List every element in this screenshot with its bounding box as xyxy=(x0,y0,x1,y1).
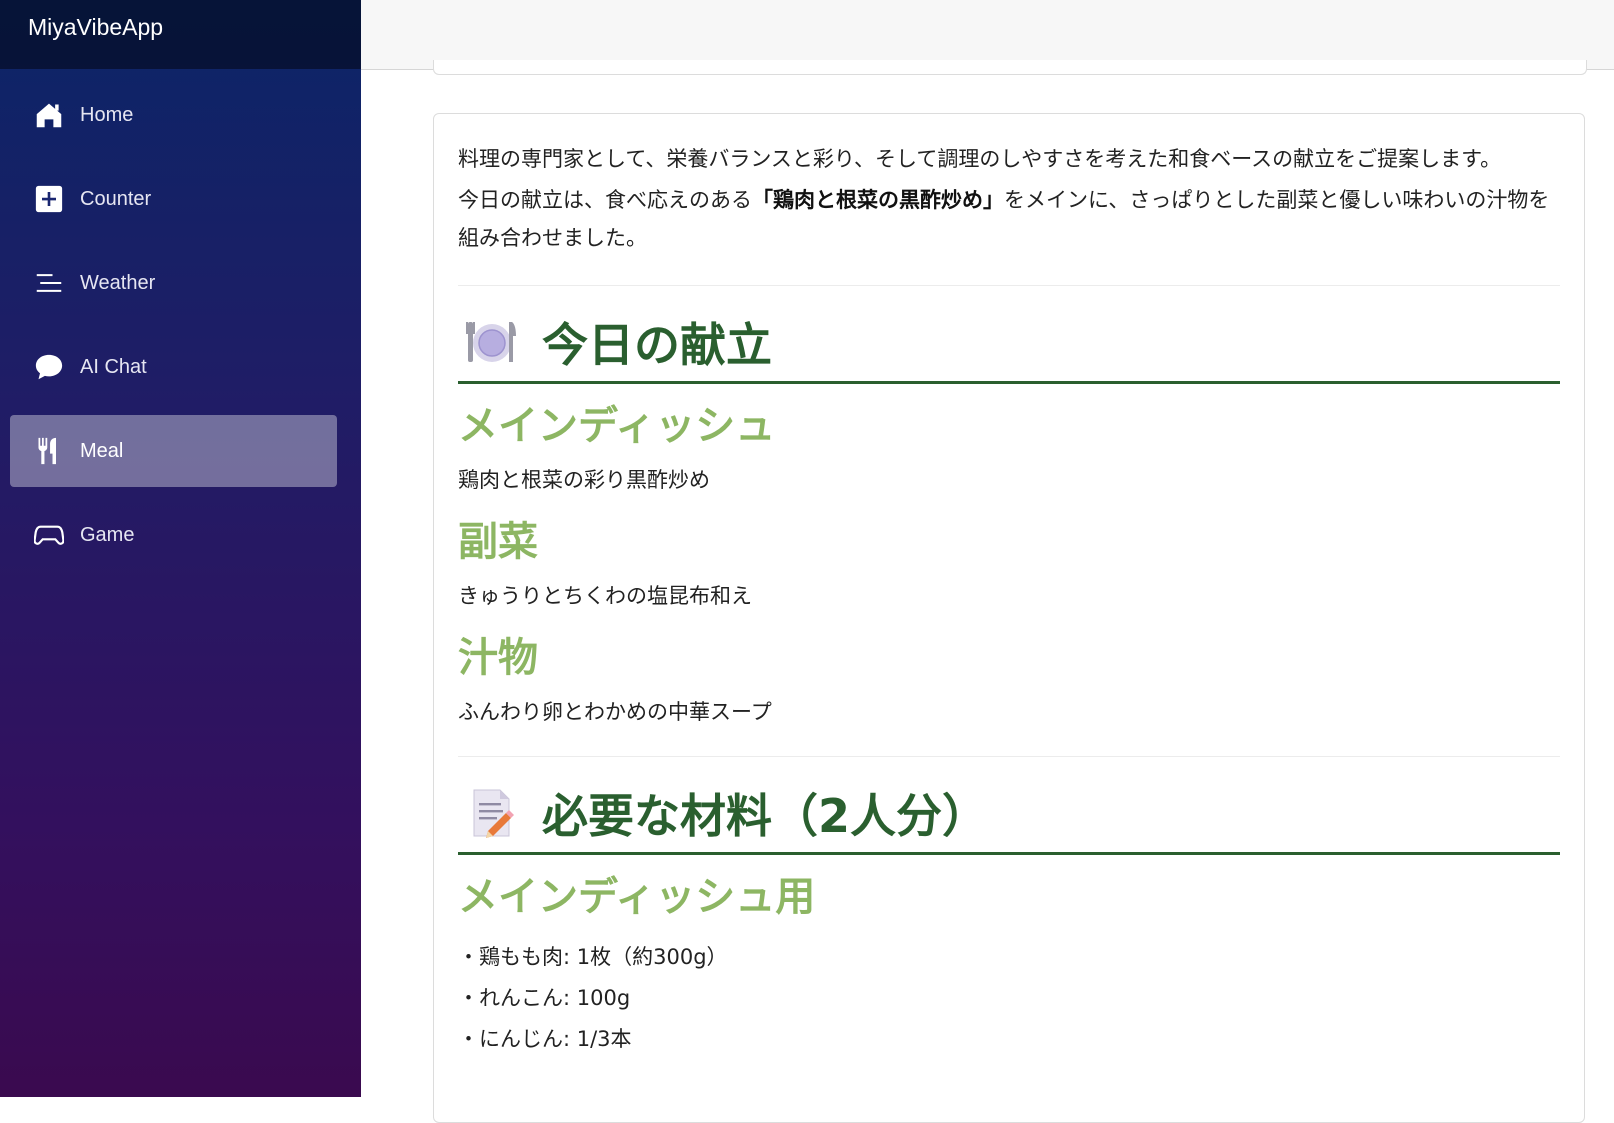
plate-with-cutlery-icon xyxy=(464,316,520,368)
chat-bubble-icon xyxy=(32,350,66,384)
nav-item-counter[interactable]: Counter xyxy=(10,163,337,235)
house-icon xyxy=(32,98,66,132)
intro-text: 料理の専門家として、栄養バランスと彩り、そして調理のしやすさを考えた和食ベースの… xyxy=(458,140,1560,257)
main-dish-ingredients-heading: メインディッシュ用 xyxy=(458,874,816,920)
list-lines-icon xyxy=(32,266,66,300)
nav-item-meal[interactable]: Meal xyxy=(10,415,337,487)
nav-label-meal: Meal xyxy=(80,439,124,462)
nav-item-home[interactable]: Home xyxy=(10,79,337,151)
nav-label-counter: Counter xyxy=(80,187,152,210)
ingredient-list: ・鶏もも肉: 1枚（約300g） ・れんこん: 100g ・にんじん: 1/3本 xyxy=(458,941,1560,1055)
ingredients-title: 必要な材料（2人分） xyxy=(542,788,989,843)
section-heading-ingredients: 必要な材料（2人分） xyxy=(458,779,1560,855)
list-item: ・鶏もも肉: 1枚（約300g） xyxy=(458,945,728,969)
menu-title: 今日の献立 xyxy=(542,317,772,372)
nav-label-home: Home xyxy=(80,103,134,126)
sidebar: MiyaVibeApp Home Counter Weather AI Chat xyxy=(0,0,361,1097)
list-item: ・れんこん: 100g xyxy=(458,986,631,1010)
soup-name: ふんわり卵とわかめの中華スープ xyxy=(458,700,772,724)
side-dish-heading: 副菜 xyxy=(458,519,538,565)
fork-knife-icon xyxy=(32,434,66,468)
main-dish-heading: メインディッシュ xyxy=(458,403,776,449)
app-title[interactable]: MiyaVibeApp xyxy=(0,0,361,69)
side-dish-name: きゅうりとちくわの塩昆布和え xyxy=(458,584,752,608)
intro-line-2-start: 今日の献立は、食べ応えのある xyxy=(458,188,752,212)
divider xyxy=(458,756,1560,757)
nav-menu: Home Counter Weather AI Chat Meal Game xyxy=(0,69,361,571)
nav-item-weather[interactable]: Weather xyxy=(10,247,337,319)
intro-main-dish-highlight: 「鶏肉と根菜の黒酢炒め」 xyxy=(752,188,1004,212)
intro-line-2: 今日の献立は、食べ応えのある「鶏肉と根菜の黒酢炒め」をメインに、さっぱりとした副… xyxy=(458,181,1560,257)
memo-pencil-icon xyxy=(464,787,520,839)
plus-square-icon xyxy=(32,182,66,216)
gamepad-icon xyxy=(32,518,66,552)
previous-card-edge xyxy=(433,60,1587,75)
soup-heading: 汁物 xyxy=(458,635,538,681)
section-heading-menu: 今日の献立 xyxy=(458,308,1560,384)
intro-line-1: 料理の専門家として、栄養バランスと彩り、そして調理のしやすさを考えた和食ベースの… xyxy=(458,147,1502,171)
meal-plan-card: 料理の専門家として、栄養バランスと彩り、そして調理のしやすさを考えた和食ベースの… xyxy=(433,113,1585,1123)
list-item: ・にんじん: 1/3本 xyxy=(458,1027,632,1051)
nav-item-ai-chat[interactable]: AI Chat xyxy=(10,331,337,403)
nav-label-weather: Weather xyxy=(80,271,156,294)
main-dish-name: 鶏肉と根菜の彩り黒酢炒め xyxy=(458,468,710,492)
nav-item-game[interactable]: Game xyxy=(10,499,337,571)
divider xyxy=(458,285,1560,286)
nav-label-ai-chat: AI Chat xyxy=(80,355,147,378)
nav-label-game: Game xyxy=(80,523,135,546)
